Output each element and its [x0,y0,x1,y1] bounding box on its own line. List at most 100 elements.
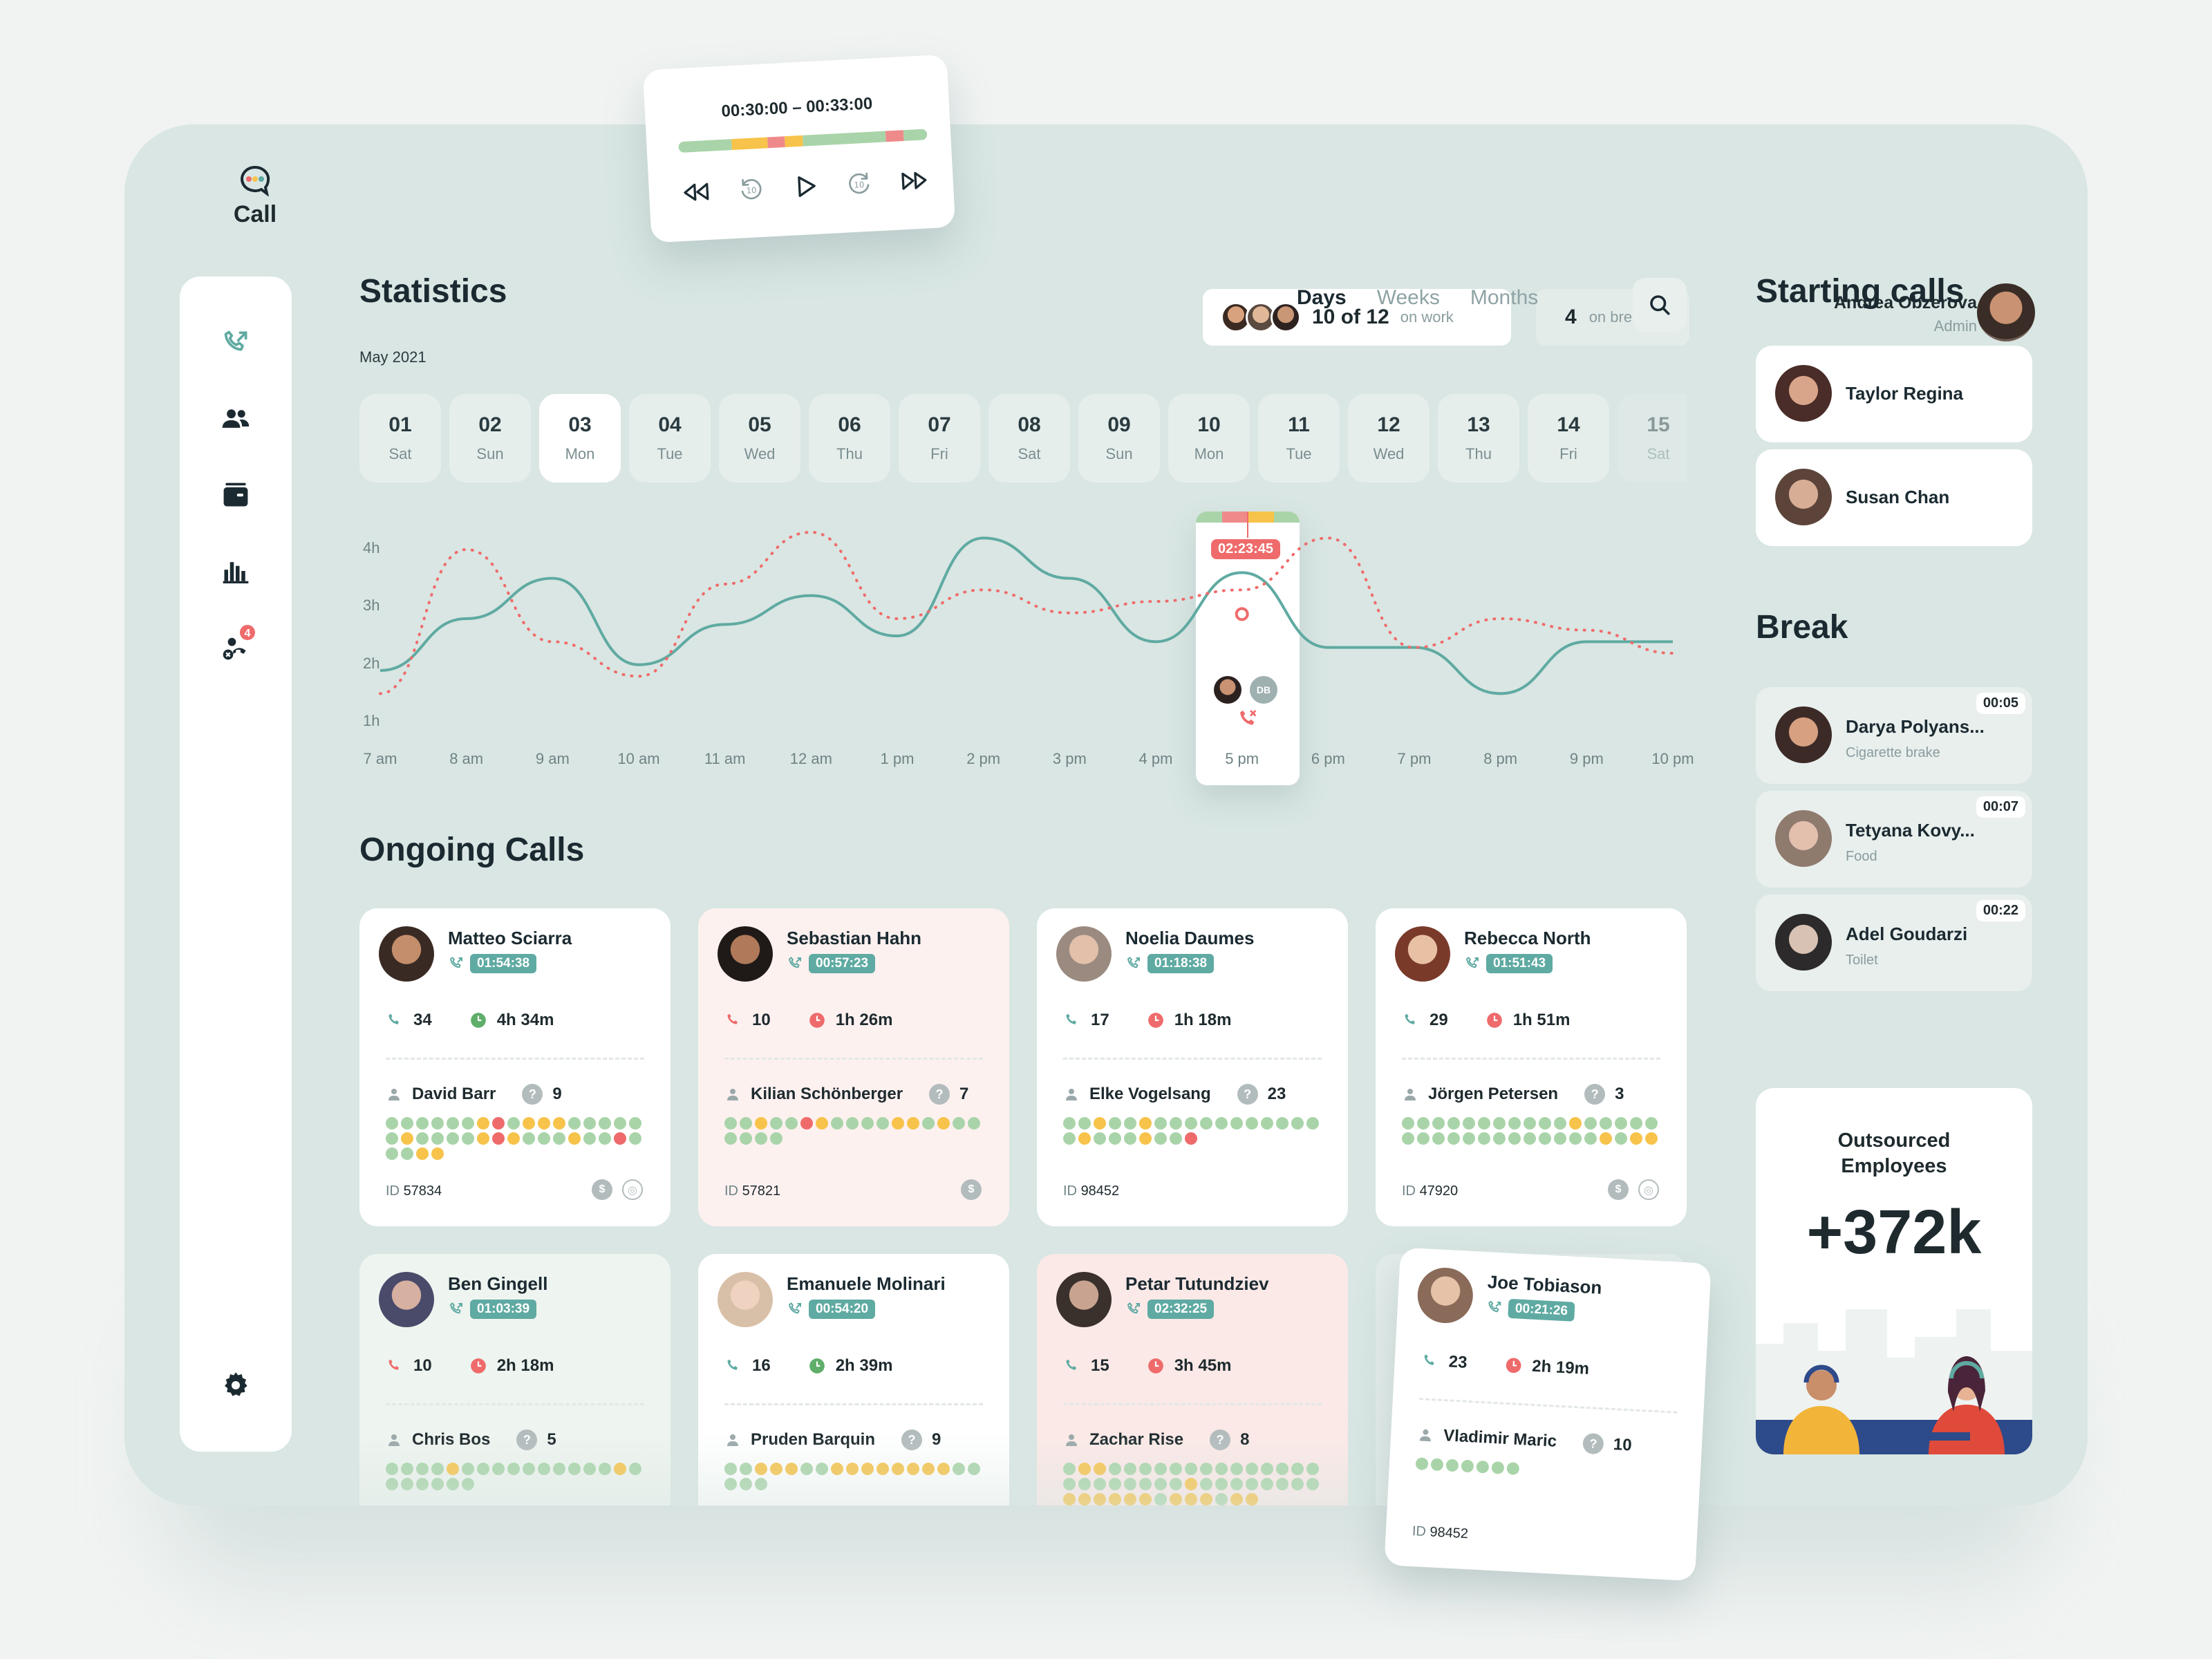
nav-archive[interactable] [218,477,254,513]
ongoing-call-card[interactable]: Petar Tutundziev 02:32:25 15 3h 45m Zachar R… [1037,1254,1348,1506]
tab-days[interactable]: Days [1297,286,1347,310]
ongoing-call-card[interactable]: Emanuele Molinari 00:54:20 16 2h 39m Pruden … [698,1254,1009,1506]
day-number: 14 [1557,413,1580,436]
forward-10-icon[interactable]: 10 [845,169,874,198]
help-icon[interactable]: ? [516,1430,538,1450]
ongoing-call-card-dragged[interactable]: Joe Tobiason 00:21:26 23 2h 19m Vladimir Mar… [1384,1247,1712,1582]
break-item[interactable]: Adel Goudarzi Toilet 00:22 [1756,894,2032,991]
calls-count: 34 [413,1011,432,1029]
play-icon[interactable] [791,172,820,201]
break-item[interactable]: Tetyana Kovy... Food 00:07 [1756,791,2032,888]
call-dot [1491,1461,1505,1474]
day-02[interactable]: 02 Sun [449,394,531,482]
playback-timeline[interactable] [678,129,928,153]
help-icon[interactable]: ? [1237,1084,1258,1105]
x-tick-label: 7 pm [1397,750,1432,767]
search-button[interactable] [1633,278,1687,332]
starting-call-item[interactable]: Taylor Regina [1756,346,2032,442]
day-08[interactable]: 08 Sat [988,394,1070,482]
day-01[interactable]: 01 Sat [359,394,441,482]
tab-weeks[interactable]: Weeks [1377,286,1440,310]
avatar [1775,469,1832,525]
tab-months[interactable]: Months [1470,286,1538,310]
help-icon[interactable]: ? [522,1084,543,1105]
call-dot [1215,1478,1228,1490]
call-id-prefix: ID [386,1183,400,1199]
call-dot [523,1117,535,1130]
fast-forward-icon[interactable] [899,167,930,194]
call-dot [416,1147,429,1160]
ongoing-call-card[interactable]: Sebastian Hahn 00:57:23 10 1h 26m Kilian Sch… [698,908,1009,1226]
day-03[interactable]: 03 Mon [539,394,621,482]
question-count: 10 [1613,1435,1633,1455]
nav-missed[interactable]: 4 [218,624,256,665]
day-09[interactable]: 09 Sun [1078,394,1160,482]
day-06[interactable]: 06 Thu [809,394,890,482]
call-dot [1170,1493,1182,1506]
call-history-dots [1063,1117,1322,1145]
ongoing-call-card[interactable]: Matteo Sciarra 01:54:38 34 4h 34m David Barr… [359,908,671,1226]
day-04[interactable]: 04 Tue [629,394,711,482]
help-icon[interactable]: ? [901,1430,923,1450]
avatar [718,1272,773,1327]
call-id-value: 98452 [1429,1524,1469,1542]
help-icon[interactable]: ? [1582,1432,1604,1455]
nav-statistics[interactable] [218,553,254,589]
help-icon[interactable]: ? [1210,1430,1231,1450]
rewind-icon[interactable] [680,179,712,205]
phone-icon [727,1359,738,1370]
question-count: 9 [552,1085,562,1103]
call-dot [1554,1117,1566,1130]
call-dot [416,1117,429,1130]
dollar-icon[interactable]: $ [1608,1179,1629,1200]
gear-icon [225,1372,247,1396]
person-name: Adel Goudarzi [1846,924,1968,944]
call-dot [1246,1493,1258,1506]
help-icon[interactable]: ? [1584,1084,1606,1105]
ongoing-call-card[interactable]: Noelia Daumes 01:18:38 17 1h 18m Elke Vogels… [1037,908,1348,1226]
phone-icon [1424,1354,1434,1365]
nav-team[interactable] [218,401,254,437]
call-dot [877,1117,889,1130]
dollar-icon[interactable]: $ [592,1179,612,1200]
starting-call-item[interactable]: Susan Chan [1756,449,2032,546]
x-tick-label: 7 am [363,750,397,767]
day-10[interactable]: 10 Mon [1168,394,1250,482]
break-reason: Cigarette brake [1846,745,1940,760]
ongoing-call-card[interactable]: Ben Gingell 01:03:39 10 2h 18m Chris Bos? 5 [359,1254,671,1506]
ongoing-call-card[interactable]: Rebecca North 01:51:43 29 1h 51m Jörgen Pete… [1376,908,1687,1226]
day-weekday: Mon [565,445,595,462]
phone-outgoing-icon [789,1302,801,1314]
x-tick-label: 9 am [535,750,570,767]
globe-icon[interactable]: ◎ [1638,1179,1659,1200]
call-dot [1063,1463,1076,1475]
day-07[interactable]: 07 Fri [899,394,980,482]
call-dot [1063,1493,1076,1506]
call-dot [1078,1478,1091,1490]
call-dot [431,1463,444,1475]
nav-settings[interactable] [218,1367,254,1403]
call-dot [1246,1117,1258,1130]
statistics-chart[interactable] [359,512,1700,733]
break-item[interactable]: Darya Polyans... Cigarette brake 00:05 [1756,687,2032,784]
help-icon[interactable]: ? [929,1084,950,1105]
day-11[interactable]: 11 Tue [1258,394,1340,482]
nav-calls[interactable] [218,325,254,361]
day-number: 11 [1288,413,1310,436]
day-13[interactable]: 13 Thu [1438,394,1519,482]
day-15[interactable]: 15 Sat [1618,394,1687,482]
day-05[interactable]: 05 Wed [719,394,800,482]
day-14[interactable]: 14 Fri [1528,394,1609,482]
total-duration: 1h 26m [835,1011,893,1029]
call-timer: 02:32:25 [1125,1300,1215,1319]
day-12[interactable]: 12 Wed [1348,394,1430,482]
app-logo[interactable]: Call [217,165,293,228]
call-dot [583,1132,596,1145]
call-dot [1584,1132,1597,1145]
call-dot [1154,1493,1167,1506]
replay-10-icon[interactable]: 10 [737,175,766,204]
user-avatar[interactable] [1977,283,2035,341]
globe-icon[interactable]: ◎ [622,1179,643,1200]
dollar-icon[interactable]: $ [961,1179,982,1200]
call-stats: 17 1h 18m [1063,1011,1231,1030]
